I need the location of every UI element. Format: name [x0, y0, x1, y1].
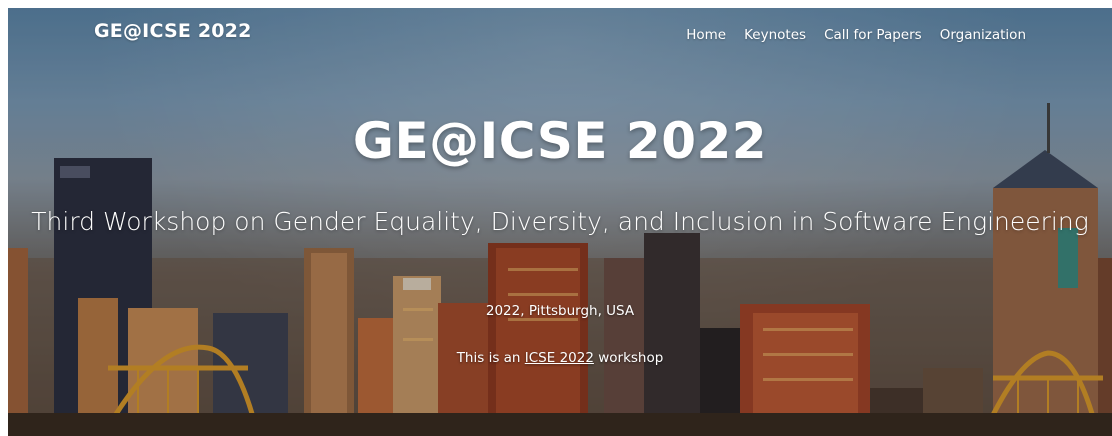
page-title: GE@ICSE 2022 — [352, 112, 768, 170]
event-location: 2022, Pittsburgh, USA — [485, 303, 635, 319]
brand-link[interactable]: GE@ICSE 2022 — [94, 20, 252, 42]
nav-item-call-for-papers[interactable]: Call for Papers — [824, 27, 922, 43]
hero-banner: GE@ICSE 2022 Home Keynotes Call for Pape… — [8, 8, 1112, 436]
page-subtitle: Third Workshop on Gender Equality, Diver… — [31, 207, 1089, 236]
workshop-note-suffix: workshop — [593, 350, 664, 366]
workshop-note-prefix: This is an — [456, 350, 525, 366]
nav-item-organization[interactable]: Organization — [940, 27, 1026, 43]
top-navigation: GE@ICSE 2022 Home Keynotes Call for Pape… — [8, 8, 1112, 64]
nav-item-keynotes[interactable]: Keynotes — [744, 27, 806, 43]
nav-menu: Home Keynotes Call for Papers Organizati… — [686, 27, 1026, 43]
icse-2022-link[interactable]: ICSE 2022 — [525, 350, 594, 366]
nav-item-home[interactable]: Home — [686, 27, 726, 43]
workshop-note: This is an ICSE 2022 workshop — [8, 350, 1112, 366]
